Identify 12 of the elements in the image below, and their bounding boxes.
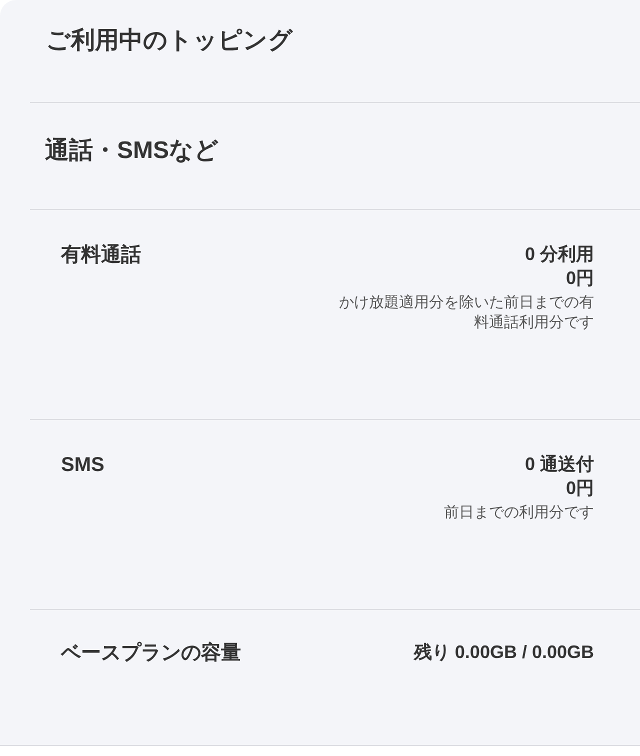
item-label: SMS (61, 453, 104, 478)
item-label: 有料通話 (61, 243, 141, 268)
section-title: 通話・SMSなど (45, 136, 220, 166)
item-value: 0 通送付 (524, 453, 594, 476)
item-note: 前日までの利用分です (444, 503, 594, 523)
item-value: 0円 (566, 267, 594, 290)
item-value: 0円 (566, 477, 594, 500)
item-label: ベースプランの容量 (61, 640, 241, 666)
item-note: かけ放題適用分を除いた前日までの有料通話利用分です (338, 293, 594, 333)
item-value: 残り 0.00GB / 0.00GB (414, 641, 594, 664)
item-value: 0 分利用 (524, 243, 594, 266)
page-title: ご利用中のトッピング (46, 26, 294, 56)
